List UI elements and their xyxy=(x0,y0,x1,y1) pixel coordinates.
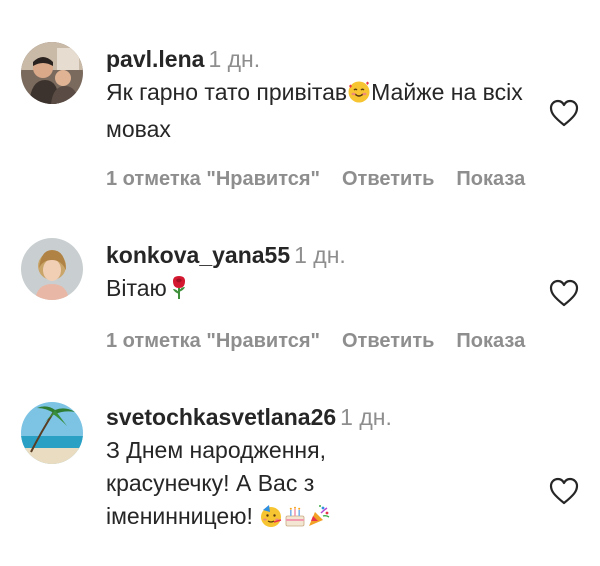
timestamp[interactable]: 1 дн. xyxy=(340,404,392,430)
comment-text-part: Як гарно тато привітав xyxy=(106,79,348,105)
avatar[interactable] xyxy=(21,238,83,300)
avatar[interactable] xyxy=(21,42,83,104)
comments-list: pavl.lena 1 дн. Як гарно тато привітав Май… xyxy=(0,0,600,566)
like-heart-icon[interactable] xyxy=(548,476,580,506)
comment-text-line: З Днем народження, xyxy=(106,437,326,463)
likes-count-link[interactable]: 1 отметка "Нравится" xyxy=(106,168,320,190)
birthday-cake-icon xyxy=(283,504,307,537)
like-heart-icon[interactable] xyxy=(548,98,580,128)
likes-count-link[interactable]: 1 отметка "Нравится" xyxy=(106,330,320,352)
comment-header: svetochkasvetlana26 1 дн. xyxy=(106,402,530,432)
smiling-face-with-hearts-icon xyxy=(347,80,371,113)
like-heart-icon[interactable] xyxy=(548,278,580,308)
comment-actions: 1 отметка "Нравится" Ответить Показа xyxy=(106,330,547,353)
translation-link[interactable]: Показа xyxy=(456,330,525,352)
comment-text-part: Вітаю xyxy=(106,275,167,301)
username[interactable]: pavl.lena xyxy=(106,46,204,72)
comment-actions: 1 отметка "Нравится" Ответить Показа xyxy=(106,168,547,191)
username[interactable]: konkova_yana55 xyxy=(106,242,290,268)
username[interactable]: svetochkasvetlana26 xyxy=(106,404,336,430)
comment-text: З Днем народження, красунечку! А Вас з і… xyxy=(106,434,530,537)
avatar-image xyxy=(21,42,83,104)
reply-button[interactable]: Ответить xyxy=(342,168,434,190)
comment-text-part: іменинницею! xyxy=(106,503,253,529)
timestamp[interactable]: 1 дн. xyxy=(208,46,260,72)
comment-text: Вітаю xyxy=(106,272,530,309)
avatar-image xyxy=(21,238,83,300)
comment-header: pavl.lena 1 дн. xyxy=(106,44,530,74)
party-popper-icon xyxy=(307,504,331,537)
comment-text-line: іменинницею! xyxy=(106,500,530,537)
comment-text-line: красунечку! А Вас з xyxy=(106,470,315,496)
reply-button[interactable]: Ответить xyxy=(342,330,434,352)
partying-face-icon xyxy=(259,504,283,537)
avatar[interactable] xyxy=(21,402,83,464)
comment-text: Як гарно тато привітав Майже на всіх мова… xyxy=(106,76,530,146)
timestamp[interactable]: 1 дн. xyxy=(294,242,346,268)
rose-icon xyxy=(167,274,191,309)
avatar-image xyxy=(21,402,83,464)
translation-link[interactable]: Показа xyxy=(456,168,525,190)
comment-header: konkova_yana55 1 дн. xyxy=(106,240,530,270)
